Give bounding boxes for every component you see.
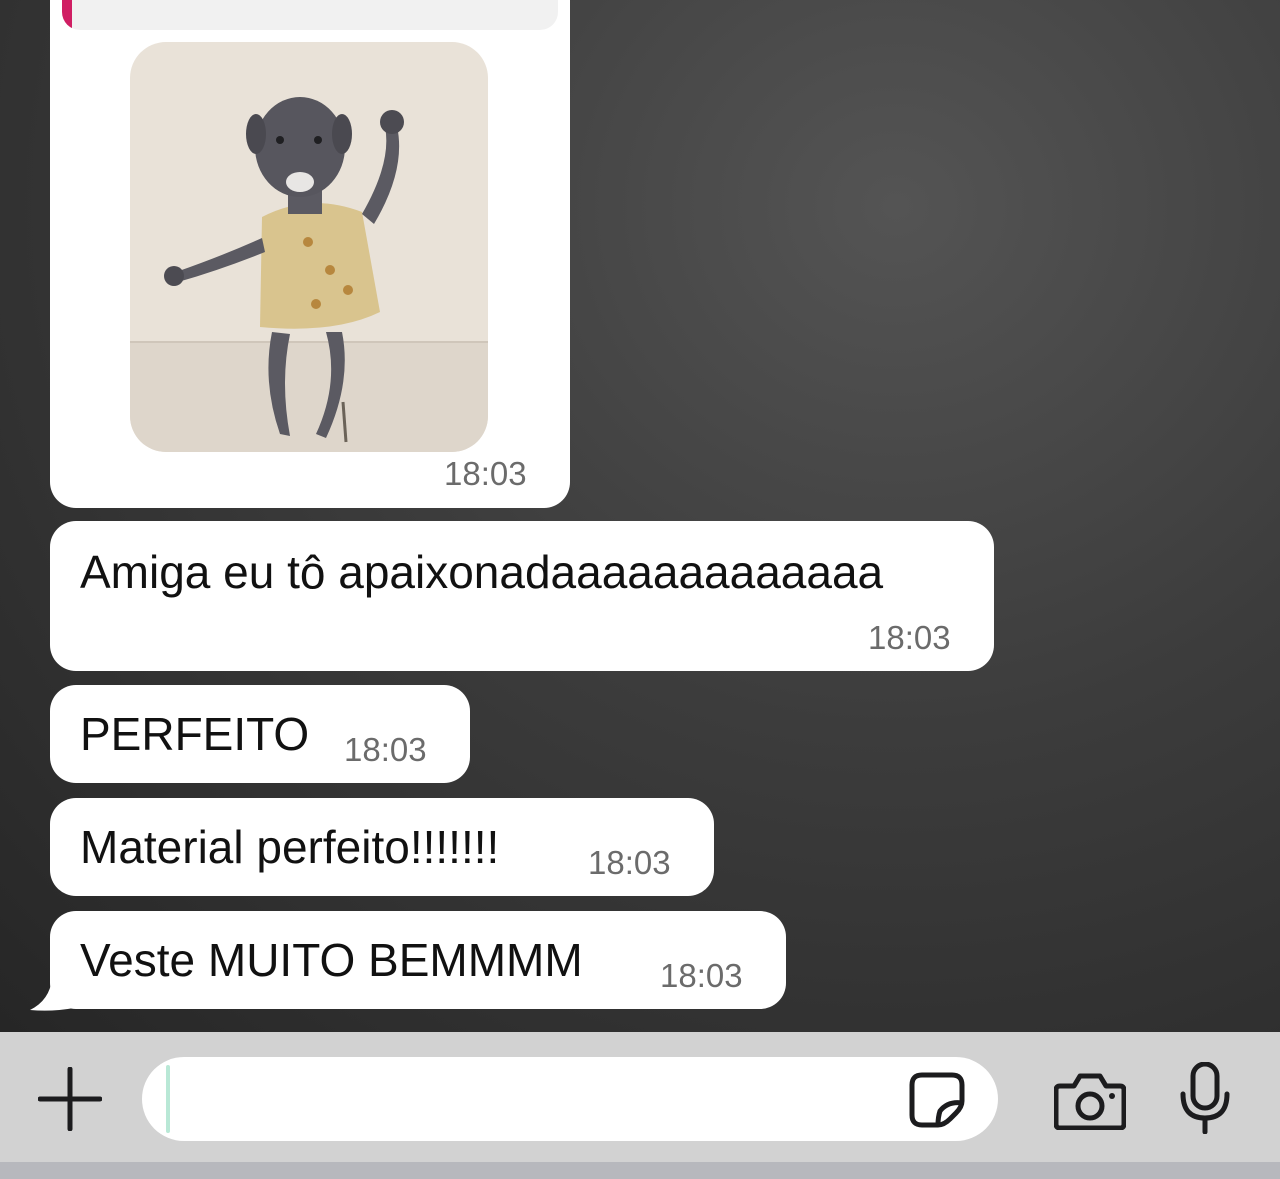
message-text: Amiga eu tô apaixonadaaaaaaaaaaaaa bbox=[80, 546, 884, 598]
message-text: Material perfeito!!!!!!! bbox=[80, 821, 500, 873]
message-bubble[interactable]: Material perfeito!!!!!!! 18:03 bbox=[50, 798, 714, 896]
message-time: 18:03 bbox=[660, 957, 743, 994]
quote-accent-bar bbox=[62, 0, 72, 30]
sticker-message-bubble[interactable]: 18:03 bbox=[50, 0, 570, 508]
message-time: 18:03 bbox=[588, 844, 671, 881]
dancing-dog-sticker[interactable] bbox=[130, 42, 488, 452]
bubble-tail bbox=[30, 978, 74, 1011]
plus-icon[interactable] bbox=[37, 1066, 103, 1132]
quoted-message[interactable] bbox=[62, 0, 558, 30]
sticker-icon[interactable] bbox=[908, 1071, 966, 1129]
message-time: 18:03 bbox=[868, 619, 951, 656]
message-input[interactable] bbox=[142, 1057, 998, 1141]
message-text: Veste MUITO BEMMMM bbox=[80, 934, 583, 986]
message-bubble[interactable]: PERFEITO 18:03 bbox=[50, 685, 470, 783]
home-indicator-area bbox=[0, 1162, 1280, 1179]
camera-icon[interactable] bbox=[1053, 1070, 1127, 1131]
message-bubble[interactable]: Veste MUITO BEMMMM 18:03 bbox=[50, 911, 786, 1009]
message-time: 18:03 bbox=[344, 731, 427, 768]
microphone-icon[interactable] bbox=[1178, 1061, 1232, 1135]
text-caret bbox=[166, 1065, 170, 1133]
message-bubble[interactable]: Amiga eu tô apaixonadaaaaaaaaaaaaa 18:03 bbox=[50, 521, 994, 671]
message-time: 18:03 bbox=[444, 455, 527, 492]
message-text: PERFEITO bbox=[80, 708, 310, 760]
